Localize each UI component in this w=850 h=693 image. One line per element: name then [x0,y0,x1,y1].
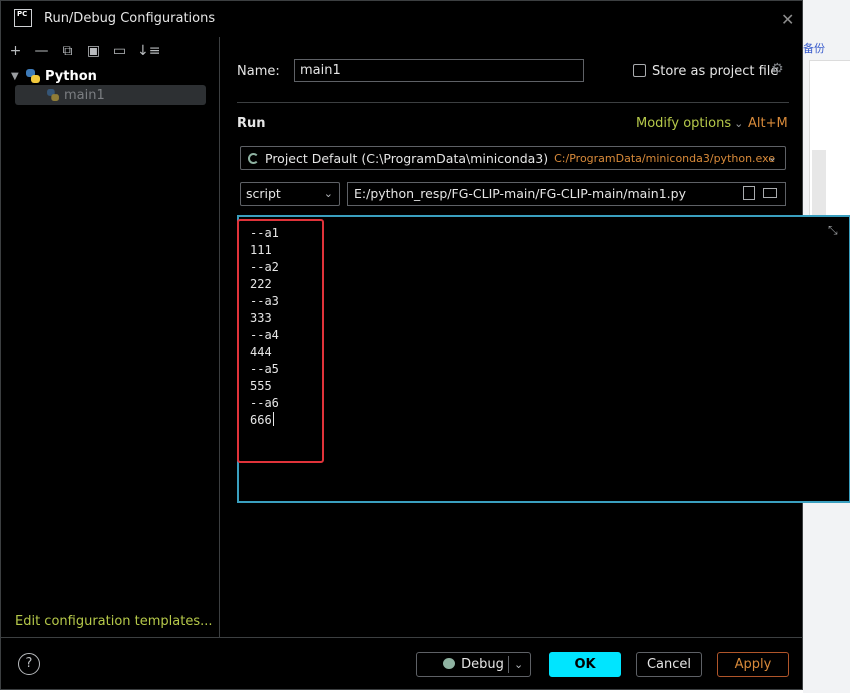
chevron-down-icon[interactable]: ▼ [11,71,21,82]
interpreter-path: C:/ProgramData/miniconda3/python.exe [554,151,776,165]
copy-icon[interactable]: ⧉ [59,43,76,60]
debug-button[interactable]: Debug ⌄ [416,652,531,677]
configuration-form: Name: Store as project file ⚙ Run Modify… [220,37,850,637]
add-icon[interactable]: + [7,43,24,60]
tree-item-main1[interactable]: main1 [15,85,206,105]
remove-icon[interactable]: — [33,43,50,60]
ok-button[interactable]: OK [549,652,621,677]
store-as-project-label[interactable]: Store as project file [652,64,778,79]
name-label: Name: [237,64,280,79]
background-app-text: 备份 [803,42,825,55]
help-icon[interactable]: ? [18,653,40,675]
split-divider [508,656,509,673]
spinner-icon [248,152,259,164]
interpreter-name: Project Default (C:\ProgramData\minicond… [265,150,549,166]
modify-options-label: Modify options [636,116,732,131]
script-parameters-editor[interactable]: --a1 111 --a2 222 --a3 333 --a4 444 --a5 555 --a6 6… [237,215,850,503]
close-icon[interactable]: ✕ [781,10,794,29]
tree-item-label: main1 [64,87,105,103]
script-path-field[interactable]: E:/python_resp/FG-CLIP-main/FG-CLIP-main… [347,182,786,206]
file-icon[interactable] [743,186,755,200]
dialog-title: Run/Debug Configurations [44,11,216,26]
configurations-tree-panel: + — ⧉ ▣ ▭ ↓≡ ▼ Python main1 Edit configu… [1,37,220,637]
bug-icon [443,658,456,669]
sort-icon[interactable]: ↓≡ [137,43,160,60]
collapse-icon[interactable]: ⤡ [828,223,838,238]
footer-divider [1,637,802,638]
edit-templates-link[interactable]: Edit configuration templates... [15,614,213,629]
name-field[interactable] [294,59,584,82]
app-logo-icon: PC [14,9,32,27]
cancel-button[interactable]: Cancel [636,652,702,677]
highlight-annotation [237,219,324,463]
chevron-down-icon: ⌄ [734,117,744,130]
tree-group-python[interactable]: ▼ Python [11,68,97,84]
debug-label: Debug [461,657,504,672]
title-bar: PC Run/Debug Configurations ✕ [1,1,802,37]
chevron-down-icon[interactable]: ⌄ [514,653,523,676]
tree-toolbar: + — ⧉ ▣ ▭ ↓≡ [7,43,161,61]
run-section-heading: Run [237,116,266,131]
chevron-down-icon: ⌄ [323,187,333,200]
python-icon [25,68,41,84]
folder-icon[interactable]: ▭ [111,43,128,60]
run-debug-dialog: PC Run/Debug Configurations ✕ + — ⧉ ▣ ▭ … [0,0,850,690]
gear-icon[interactable]: ⚙ [771,61,784,77]
script-path-value: E:/python_resp/FG-CLIP-main/FG-CLIP-main… [354,186,686,201]
tree-group-label: Python [45,68,97,84]
python-icon [46,88,60,102]
run-mode-value: script [246,186,281,201]
run-mode-select[interactable]: script ⌄ [240,182,340,206]
modify-options-link[interactable]: Modify options ⌄ [636,116,743,131]
folder-icon[interactable] [763,188,777,198]
save-icon[interactable]: ▣ [85,43,102,60]
apply-button[interactable]: Apply [717,652,789,677]
chevron-down-icon: ⌄ [767,151,777,164]
interpreter-select[interactable]: Project Default (C:\ProgramData\minicond… [240,146,786,170]
store-as-project-checkbox[interactable] [633,64,646,77]
divider [237,102,789,103]
modify-options-shortcut: Alt+M [748,116,788,131]
